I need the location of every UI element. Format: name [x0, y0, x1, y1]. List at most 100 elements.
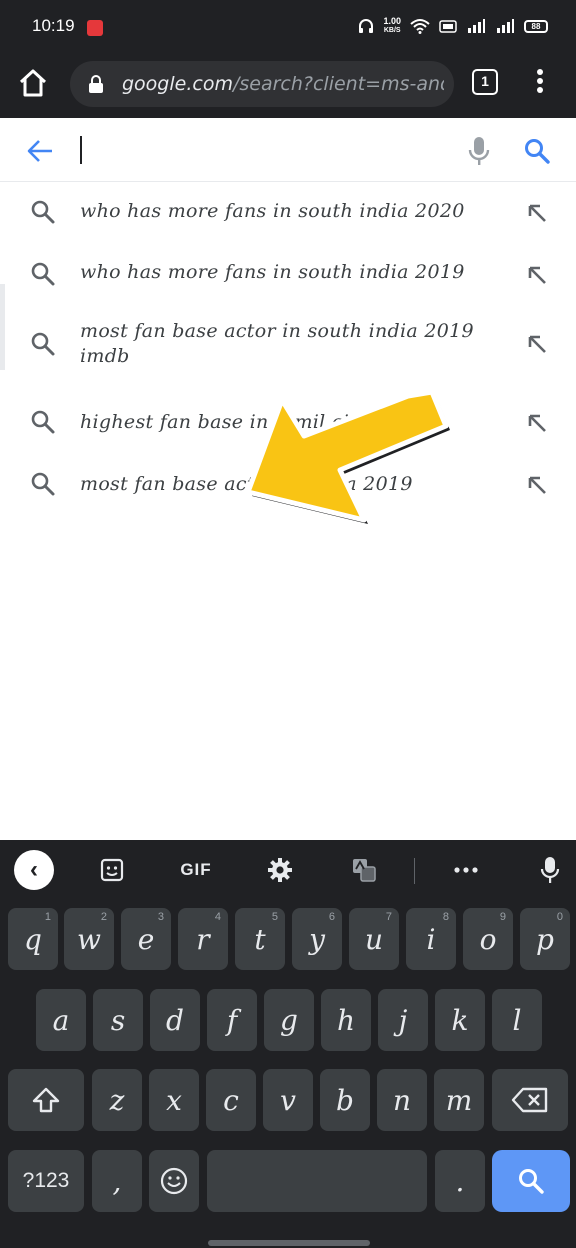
- key-label: d: [166, 1003, 184, 1037]
- key-hint: 6: [328, 911, 335, 923]
- key-d[interactable]: d: [150, 989, 200, 1051]
- key-label: h: [336, 1003, 356, 1037]
- key-hint: 0: [556, 911, 563, 923]
- fill-query-arrow-icon[interactable]: [526, 333, 548, 355]
- key-w[interactable]: w2: [64, 908, 114, 970]
- key-hint: 7: [385, 911, 392, 923]
- fill-query-arrow-icon[interactable]: [526, 202, 548, 224]
- key-label: r: [196, 922, 210, 956]
- key-f[interactable]: f: [207, 989, 257, 1051]
- key-g[interactable]: g: [264, 989, 314, 1051]
- suggestion-item[interactable]: most fan base actor in south india 2019 …: [0, 306, 576, 390]
- suggestion-text: who has more fans in south india 2020: [80, 200, 465, 222]
- key-label: a: [52, 1003, 70, 1037]
- shift-key[interactable]: [8, 1069, 84, 1131]
- key-label: p: [536, 922, 554, 956]
- key-p[interactable]: p0: [520, 908, 570, 970]
- fill-query-arrow-icon[interactable]: [526, 474, 548, 496]
- key-label: b: [336, 1083, 354, 1117]
- key-y[interactable]: y6: [292, 908, 342, 970]
- volte-icon: [439, 20, 457, 33]
- key-label: m: [445, 1083, 473, 1117]
- sticker-icon[interactable]: [98, 854, 126, 886]
- tab-switcher-button[interactable]: 1: [472, 69, 498, 95]
- key-b[interactable]: b: [320, 1069, 370, 1131]
- key-label: y: [309, 922, 325, 956]
- search-suggestion-icon: [31, 410, 55, 434]
- search-icon: [519, 1169, 544, 1194]
- search-enter-key[interactable]: [492, 1150, 570, 1212]
- key-x[interactable]: x: [149, 1069, 199, 1131]
- key-j[interactable]: j: [378, 989, 428, 1051]
- key-s[interactable]: s: [93, 989, 143, 1051]
- key-label: i: [426, 922, 436, 956]
- key-a[interactable]: a: [36, 989, 86, 1051]
- home-icon[interactable]: [16, 66, 50, 100]
- fill-query-arrow-icon[interactable]: [526, 412, 548, 434]
- key-l[interactable]: l: [492, 989, 542, 1051]
- fill-query-arrow-icon[interactable]: [526, 264, 548, 286]
- key-c[interactable]: c: [206, 1069, 256, 1131]
- key-label: x: [166, 1083, 182, 1117]
- key-u[interactable]: u7: [349, 908, 399, 970]
- search-input[interactable]: [90, 132, 440, 168]
- suggestion-item[interactable]: who has more fans in south india 2020: [0, 182, 576, 244]
- key-hint: 8: [442, 911, 449, 923]
- key-label: j: [398, 1003, 408, 1037]
- emoji-icon: [160, 1167, 188, 1195]
- search-suggestion-icon: [31, 262, 55, 286]
- key-i[interactable]: i8: [406, 908, 456, 970]
- network-speed: 1.00 KB/S: [383, 17, 401, 35]
- notification-app-icon: [87, 20, 103, 36]
- gif-button[interactable]: GIF: [176, 854, 216, 886]
- period-key[interactable]: .: [435, 1150, 485, 1212]
- status-bar: 10:19 1.00 KB/S 88: [0, 0, 576, 56]
- translate-icon[interactable]: [350, 854, 378, 886]
- key-label: f: [226, 1003, 238, 1037]
- key-m[interactable]: m: [434, 1069, 484, 1131]
- key-t[interactable]: t5: [235, 908, 285, 970]
- key-k[interactable]: k: [435, 989, 485, 1051]
- key-label: k: [451, 1003, 469, 1037]
- keyboard-toolbar: ‹ GIF: [0, 840, 576, 900]
- search-suggestion-icon: [31, 472, 55, 496]
- emoji-key[interactable]: [149, 1150, 199, 1212]
- yellow-pointer-arrow-icon: [245, 389, 450, 524]
- space-bar[interactable]: [207, 1150, 427, 1212]
- symbols-key[interactable]: ?123: [8, 1150, 84, 1212]
- key-h[interactable]: h: [321, 989, 371, 1051]
- backspace-key[interactable]: [492, 1069, 568, 1131]
- key-label: w: [77, 922, 101, 956]
- microphone-icon[interactable]: [468, 136, 490, 166]
- suggestion-item[interactable]: who has more fans in south india 2019: [0, 244, 576, 306]
- key-e[interactable]: e3: [121, 908, 171, 970]
- key-o[interactable]: o9: [463, 908, 513, 970]
- key-n[interactable]: n: [377, 1069, 427, 1131]
- keyboard-collapse-button[interactable]: ‹: [14, 850, 54, 890]
- key-r[interactable]: r4: [178, 908, 228, 970]
- address-bar[interactable]: google.com/search?client=ms-and: [70, 61, 454, 107]
- key-label: l: [512, 1003, 522, 1037]
- key-z[interactable]: z: [92, 1069, 142, 1131]
- url-path: /search?client=ms-and: [232, 73, 444, 95]
- toolbar-divider: [414, 858, 415, 884]
- wifi-icon: [410, 19, 430, 34]
- speed-value: 1.00: [383, 16, 401, 26]
- settings-gear-icon[interactable]: [266, 854, 294, 886]
- key-label: v: [280, 1083, 296, 1117]
- more-options-icon[interactable]: [452, 854, 480, 886]
- signal-icon-1: [468, 19, 485, 33]
- key-hint: 4: [214, 911, 221, 923]
- key-v[interactable]: v: [263, 1069, 313, 1131]
- comma-key[interactable]: ,: [92, 1150, 142, 1212]
- voice-input-icon[interactable]: [538, 854, 562, 886]
- gesture-nav-handle[interactable]: [208, 1240, 370, 1246]
- key-label: u: [364, 922, 384, 956]
- key-q[interactable]: q1: [8, 908, 58, 970]
- back-arrow-icon[interactable]: [26, 138, 54, 164]
- key-label: s: [110, 1003, 126, 1037]
- shift-icon: [32, 1087, 60, 1113]
- search-icon[interactable]: [524, 138, 550, 164]
- overflow-menu-icon[interactable]: [530, 66, 550, 98]
- key-hint: 3: [157, 911, 164, 923]
